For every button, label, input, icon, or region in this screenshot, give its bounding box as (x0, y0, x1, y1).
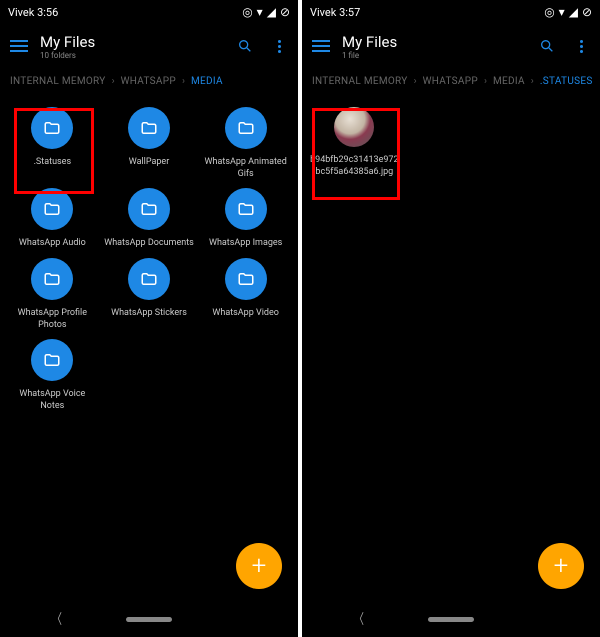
crumb-internal[interactable]: INTERNAL MEMORY (10, 76, 106, 87)
folder-label: WhatsApp Stickers (111, 308, 187, 320)
folder-label: WhatsApp Animated Gifs (201, 157, 291, 180)
nav-bar: 〈 (0, 601, 298, 637)
signal-icon: ◢ (569, 5, 578, 19)
folder-statuses[interactable]: .Statuses (6, 107, 99, 180)
nosim-icon: ⊘ (280, 5, 290, 19)
plus-icon: + (554, 551, 569, 581)
page-title: My Files (342, 33, 526, 51)
folder-icon (225, 258, 267, 300)
status-bar: Vivek 3:56 ◎ ▾ ◢ ⊘ (0, 0, 298, 24)
status-bar: Vivek 3:57 ◎ ▾ ◢ ⊘ (302, 0, 600, 24)
app-bar: My Files 10 folders (0, 24, 298, 68)
folder-documents[interactable]: WhatsApp Documents (103, 188, 196, 250)
page-title: My Files (40, 33, 224, 51)
crumb-media[interactable]: MEDIA (493, 76, 525, 87)
crumb-media[interactable]: MEDIA (191, 76, 223, 87)
search-icon[interactable] (538, 37, 556, 55)
fab-add[interactable]: + (538, 543, 584, 589)
folder-audio[interactable]: WhatsApp Audio (6, 188, 99, 250)
screen-left: Vivek 3:56 ◎ ▾ ◢ ⊘ My Files 10 folders I… (0, 0, 298, 637)
folder-images[interactable]: WhatsApp Images (199, 188, 292, 250)
crumb-internal[interactable]: INTERNAL MEMORY (312, 76, 408, 87)
folder-icon (225, 107, 267, 149)
nav-back-icon[interactable]: 〈 (52, 609, 62, 629)
menu-icon[interactable] (10, 40, 28, 52)
app-bar: My Files 1 file (302, 24, 600, 68)
signal-icon: ◢ (267, 5, 276, 19)
folder-icon (31, 339, 73, 381)
crumb-whatsapp[interactable]: WHATSAPP (121, 76, 176, 87)
status-text: Vivek 3:56 (8, 6, 58, 19)
folder-label: WhatsApp Documents (104, 238, 194, 250)
more-icon[interactable] (572, 37, 590, 55)
chevron-right-icon: › (414, 76, 417, 87)
file-thumbnail (334, 107, 374, 147)
status-icons: ◎ ▾ ◢ ⊘ (242, 5, 290, 19)
chevron-right-icon: › (531, 76, 534, 87)
nav-back-icon[interactable]: 〈 (354, 609, 364, 629)
folder-video[interactable]: WhatsApp Video (199, 258, 292, 331)
folder-label: WhatsApp Voice Notes (7, 389, 97, 412)
title-block: My Files 1 file (342, 33, 526, 60)
folder-icon (128, 188, 170, 230)
nav-bar: 〈 (302, 601, 600, 637)
folder-icon (31, 107, 73, 149)
folder-icon (128, 258, 170, 300)
chevron-right-icon: › (182, 76, 185, 87)
nosim-icon: ⊘ (582, 5, 592, 19)
status-text: Vivek 3:57 (310, 6, 360, 19)
folder-profile-photos[interactable]: WhatsApp Profile Photos (6, 258, 99, 331)
folder-icon (31, 188, 73, 230)
breadcrumb: INTERNAL MEMORY › WHATSAPP › MEDIA (0, 68, 298, 95)
folder-label: .Statuses (34, 157, 72, 169)
fab-add[interactable]: + (236, 543, 282, 589)
folder-label: WhatsApp Profile Photos (7, 308, 97, 331)
page-subtitle: 10 folders (40, 51, 224, 60)
search-icon[interactable] (236, 37, 254, 55)
plus-icon: + (252, 551, 267, 581)
folder-stickers[interactable]: WhatsApp Stickers (103, 258, 196, 331)
folder-voice-notes[interactable]: WhatsApp Voice Notes (6, 339, 99, 412)
nav-home-pill[interactable] (428, 617, 474, 622)
nav-home-pill[interactable] (126, 617, 172, 622)
title-block: My Files 10 folders (40, 33, 224, 60)
wifi-icon: ▾ (257, 5, 263, 19)
page-subtitle: 1 file (342, 51, 526, 60)
wifi-icon: ▾ (559, 5, 565, 19)
folder-grid: .Statuses WallPaper WhatsApp Animated Gi… (0, 95, 298, 425)
folder-wallpaper[interactable]: WallPaper (103, 107, 196, 180)
folder-label: WallPaper (129, 157, 170, 169)
file-label: b94bfb29c31413e972bc5f5a64385a6.jpg (309, 155, 399, 178)
folder-label: WhatsApp Audio (19, 238, 86, 250)
vibrate-icon: ◎ (242, 5, 252, 19)
vibrate-icon: ◎ (544, 5, 554, 19)
folder-icon (225, 188, 267, 230)
breadcrumb: INTERNAL MEMORY › WHATSAPP › MEDIA › .ST… (302, 68, 600, 95)
folder-animated-gifs[interactable]: WhatsApp Animated Gifs (199, 107, 292, 180)
screen-right: Vivek 3:57 ◎ ▾ ◢ ⊘ My Files 1 file INTER… (302, 0, 600, 637)
file-item[interactable]: b94bfb29c31413e972bc5f5a64385a6.jpg (308, 107, 401, 178)
folder-icon (128, 107, 170, 149)
menu-icon[interactable] (312, 40, 330, 52)
more-icon[interactable] (270, 37, 288, 55)
file-grid: b94bfb29c31413e972bc5f5a64385a6.jpg (302, 95, 600, 190)
crumb-statuses[interactable]: .STATUSES (540, 76, 593, 87)
folder-label: WhatsApp Images (209, 238, 282, 250)
folder-icon (31, 258, 73, 300)
chevron-right-icon: › (484, 76, 487, 87)
crumb-whatsapp[interactable]: WHATSAPP (423, 76, 478, 87)
status-icons: ◎ ▾ ◢ ⊘ (544, 5, 592, 19)
chevron-right-icon: › (112, 76, 115, 87)
folder-label: WhatsApp Video (212, 308, 279, 320)
